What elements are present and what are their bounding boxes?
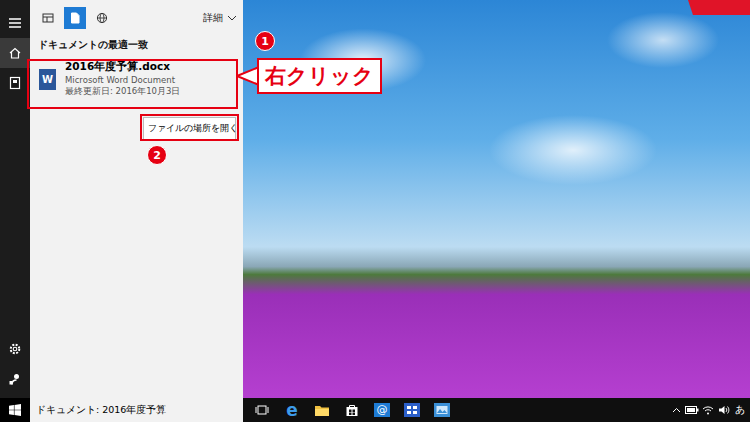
step-badge: 2 [147, 145, 167, 165]
explorer-button[interactable] [307, 398, 337, 422]
context-menu-item[interactable]: ファイルの場所を開く [144, 118, 235, 139]
wifi-icon [702, 405, 714, 415]
screen: 詳細ドキュメントの最適一致 W 2016年度予算.docxMicrosoft Wor… [0, 0, 750, 422]
result-modified: 最終更新日: 2016年10月3日 [65, 86, 180, 98]
chevron-up-icon [672, 407, 681, 413]
feedback-icon [8, 372, 22, 386]
mail-button[interactable]: @ [367, 398, 397, 422]
settings-button[interactable] [0, 334, 30, 364]
apps-filter[interactable] [37, 7, 59, 29]
web-filter[interactable] [91, 7, 113, 29]
feedback-button[interactable] [0, 364, 30, 394]
store-icon [345, 403, 359, 417]
chevron-button[interactable] [669, 398, 683, 422]
task-view-button[interactable] [247, 398, 277, 422]
documents-filter[interactable] [64, 7, 86, 29]
edge-button[interactable]: e [277, 398, 307, 422]
filter-bar: 詳細 [30, 0, 243, 36]
speaker-icon [718, 405, 730, 415]
battery-button[interactable] [685, 398, 699, 422]
section-header: ドキュメントの最適一致 [30, 36, 243, 56]
network-button[interactable] [701, 398, 715, 422]
ime-indicator[interactable]: あ [733, 403, 747, 417]
context-menu: ファイルの場所を開く [143, 117, 236, 140]
photos-icon [434, 403, 450, 417]
photos-button[interactable] [427, 398, 457, 422]
menu-button[interactable] [0, 8, 30, 38]
document-icon [69, 12, 81, 24]
folder-icon [314, 404, 330, 417]
notebook-icon [8, 76, 22, 90]
mail-icon: @ [374, 403, 390, 417]
word-document-icon: W [39, 69, 56, 90]
calendar-app-icon [404, 403, 420, 417]
apps-icon [42, 12, 54, 24]
chevron-down-icon [227, 15, 237, 21]
system-tray: あ [669, 398, 750, 422]
store-button[interactable] [337, 398, 367, 422]
home-icon [8, 46, 22, 60]
gear-icon [8, 342, 22, 356]
callout-label: 右クリック [257, 58, 382, 94]
sidebar [0, 0, 30, 398]
windows-logo-icon [9, 404, 21, 416]
taskbar-apps: e@ [243, 398, 457, 422]
wallpaper-accent [688, 0, 750, 15]
menu-icon [8, 16, 22, 30]
taskbar: ドキュメント: 2016年度予算e@あ [0, 398, 750, 422]
task-view-icon [255, 404, 269, 416]
edge-icon: e [286, 402, 298, 419]
result-item[interactable]: W 2016年度予算.docxMicrosoft Word Document最終更… [30, 56, 243, 102]
result-type: Microsoft Word Document [65, 75, 180, 85]
highlight-frame [27, 59, 238, 109]
globe-icon [96, 12, 108, 24]
outlook-button[interactable] [397, 398, 427, 422]
notebook-button[interactable] [0, 68, 30, 98]
details-button[interactable]: 詳細 [203, 11, 237, 25]
step-badge: 1 [255, 31, 275, 51]
search-box[interactable]: ドキュメント: 2016年度予算 [30, 398, 243, 422]
result-title: 2016年度予算.docx [65, 60, 180, 74]
battery-icon [685, 406, 699, 414]
start-button[interactable] [0, 398, 30, 422]
volume-button[interactable] [717, 398, 731, 422]
home-button[interactable] [0, 38, 30, 68]
highlight-frame [140, 114, 239, 141]
